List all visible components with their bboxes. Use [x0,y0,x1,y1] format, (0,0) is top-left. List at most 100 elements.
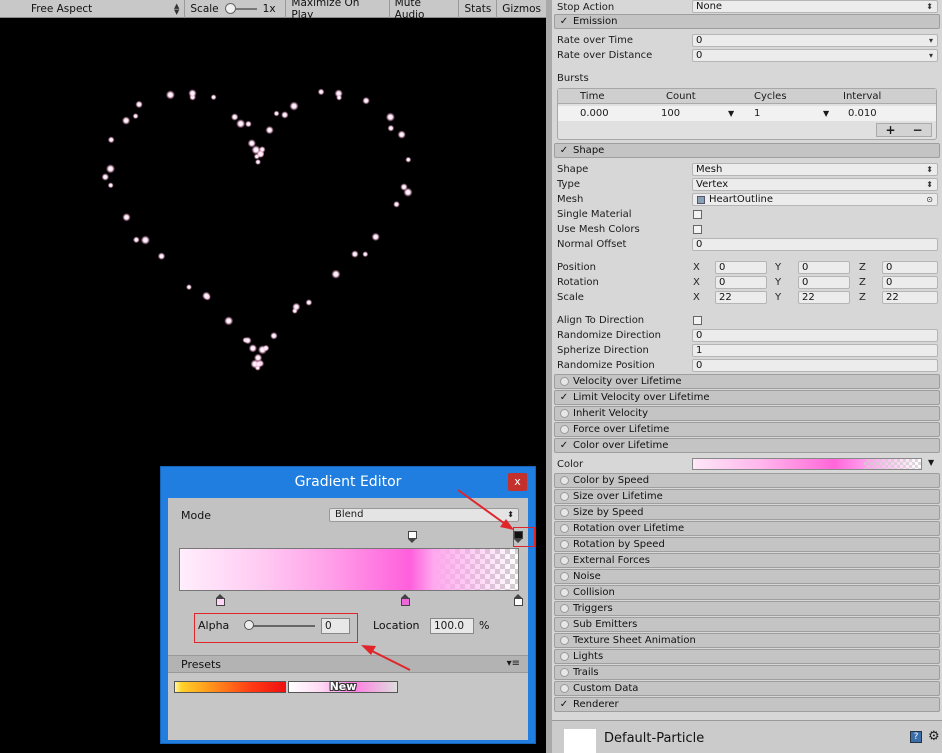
spherize-direction-field[interactable]: 1 [692,344,938,357]
add-burst-button[interactable]: + [885,123,895,137]
toggle-circle-icon[interactable] [560,377,569,386]
position-x-field[interactable]: 0 [715,261,767,274]
checkmark-icon[interactable]: ✓ [559,392,569,403]
toggle-circle-icon[interactable] [560,620,569,629]
rotation-z-field[interactable]: 0 [882,276,938,289]
checkmark-icon[interactable]: ✓ [559,440,569,451]
alpha-slider-knob[interactable] [244,620,254,630]
module-emission[interactable]: ✓ Emission [554,14,940,29]
stats-button[interactable]: Stats [459,0,498,18]
scale-slider-knob[interactable] [224,2,236,14]
gradient-preview[interactable] [179,548,519,591]
chevron-down-icon[interactable]: ▼ [823,109,829,118]
module-size-over-lifetime[interactable]: Size over Lifetime [554,489,940,504]
gear-icon[interactable]: ⚙ [928,729,940,744]
mesh-object-field[interactable]: HeartOutline ⊙ [692,193,938,206]
burst-cycles-value[interactable]: 1 [754,108,760,119]
module-lights[interactable]: Lights [554,649,940,664]
toggle-circle-icon[interactable] [560,556,569,565]
checkmark-icon[interactable]: ✓ [559,145,569,156]
mute-audio-button[interactable]: Mute Audio [390,0,460,21]
toggle-circle-icon[interactable] [560,604,569,613]
toggle-circle-icon[interactable] [560,668,569,677]
aspect-dropdown[interactable]: Free Aspect ▲ ▼ [0,0,186,18]
shape-dropdown[interactable]: Mesh ⬍ [692,163,938,176]
toggle-circle-icon[interactable] [560,636,569,645]
location-input[interactable]: 100.0 [430,618,474,634]
module-texture-sheet-animation[interactable]: Texture Sheet Animation [554,633,940,648]
material-thumbnail[interactable] [564,729,596,753]
checkmark-icon[interactable]: ✓ [559,16,569,27]
alpha-key-marker[interactable] [408,531,417,543]
module-color-by-speed[interactable]: Color by Speed [554,473,940,488]
module-sub-emitters[interactable]: Sub Emitters [554,617,940,632]
scale-control[interactable]: Scale 1x [185,0,287,18]
burst-interval-value[interactable]: 0.010 [848,108,877,119]
alpha-slider[interactable] [247,625,315,627]
module-rotation-by-speed[interactable]: Rotation by Speed [554,537,940,552]
module-shape[interactable]: ✓ Shape [554,143,940,158]
module-rotation-over-lifetime[interactable]: Rotation over Lifetime [554,521,940,536]
module-velocity-over-lifetime[interactable]: Velocity over Lifetime [554,374,940,389]
module-renderer[interactable]: ✓ Renderer [554,697,940,712]
chevron-down-icon[interactable]: ▾ [929,35,933,46]
module-limit-velocity-over-lifetime[interactable]: ✓ Limit Velocity over Lifetime [554,390,940,405]
mode-dropdown[interactable]: Blend ⬍ [329,508,519,522]
module-triggers[interactable]: Triggers [554,601,940,616]
rate-over-time-field[interactable]: 0 ▾ [692,34,938,47]
window-title[interactable]: Gradient Editor [161,467,535,498]
type-dropdown[interactable]: Vertex ⬍ [692,178,938,191]
toggle-circle-icon[interactable] [560,524,569,533]
rate-over-distance-field[interactable]: 0 ▾ [692,49,938,62]
stop-action-dropdown[interactable]: None ⬍ [692,0,938,13]
position-y-field[interactable]: 0 [798,261,850,274]
toggle-circle-icon[interactable] [560,425,569,434]
object-picker-icon[interactable]: ⊙ [926,194,933,205]
use-mesh-colors-checkbox[interactable] [693,225,702,234]
single-material-checkbox[interactable] [693,210,702,219]
module-size-by-speed[interactable]: Size by Speed [554,505,940,520]
close-button[interactable]: x [508,473,527,491]
toggle-circle-icon[interactable] [560,572,569,581]
toggle-circle-icon[interactable] [560,492,569,501]
toggle-circle-icon[interactable] [560,476,569,485]
color-gradient-field[interactable] [692,458,922,470]
gizmos-button[interactable]: Gizmos [497,0,546,18]
rotation-y-field[interactable]: 0 [798,276,850,289]
scale-slider[interactable] [224,2,257,14]
chevron-down-icon[interactable]: ▾ [929,50,933,61]
randomize-position-field[interactable]: 0 [692,359,938,372]
checkmark-icon[interactable]: ✓ [559,699,569,710]
module-force-over-lifetime[interactable]: Force over Lifetime [554,422,940,437]
menu-icon[interactable]: ▾≡ [507,658,520,669]
module-trails[interactable]: Trails [554,665,940,680]
chevron-down-icon[interactable]: ▼ [928,458,934,467]
module-color-over-lifetime[interactable]: ✓ Color over Lifetime [554,438,940,453]
toggle-circle-icon[interactable] [560,684,569,693]
chevron-down-icon[interactable]: ▼ [728,109,734,118]
help-icon[interactable]: ? [910,731,922,743]
toggle-circle-icon[interactable] [560,588,569,597]
module-collision[interactable]: Collision [554,585,940,600]
scale-x-field[interactable]: 22 [715,291,767,304]
rotation-x-field[interactable]: 0 [715,276,767,289]
color-key-marker[interactable] [216,594,225,606]
color-key-marker[interactable] [401,594,410,606]
alpha-input[interactable]: 0 [321,618,350,634]
module-custom-data[interactable]: Custom Data [554,681,940,696]
scale-y-field[interactable]: 22 [798,291,850,304]
normal-offset-field[interactable]: 0 [692,238,938,251]
table-row[interactable]: 0.000 100 ▼ 1 ▼ 0.010 [558,106,936,121]
color-key-marker[interactable] [514,594,523,606]
randomize-direction-field[interactable]: 0 [692,329,938,342]
position-z-field[interactable]: 0 [882,261,938,274]
module-noise[interactable]: Noise [554,569,940,584]
scale-z-field[interactable]: 22 [882,291,938,304]
module-external-forces[interactable]: External Forces [554,553,940,568]
toggle-circle-icon[interactable] [560,652,569,661]
preset-swatch[interactable] [174,681,286,693]
remove-burst-button[interactable]: − [912,123,922,137]
burst-count-value[interactable]: 100 [661,108,680,119]
module-inherit-velocity[interactable]: Inherit Velocity [554,406,940,421]
toggle-circle-icon[interactable] [560,540,569,549]
